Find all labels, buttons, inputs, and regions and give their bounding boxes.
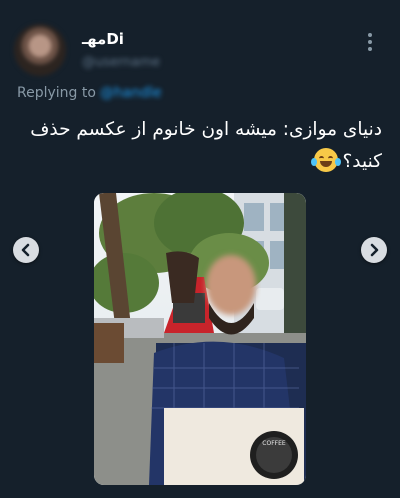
tweet-text-line1: دنیای موازی: میشه اون خانوم از عکسم حذف [30,119,382,140]
tweet-header: مهـDi @username [0,0,400,84]
author-handle[interactable]: @username [82,55,160,70]
tweet-text-line2: کنید؟ [342,151,382,172]
tweet-text-line2-wrap: کنید؟ [12,146,382,178]
previous-photo-button[interactable] [13,237,39,263]
more-vertical-icon[interactable] [358,30,382,54]
coffee-brand: COFFEE [262,440,286,447]
tweet-text: دنیای موازی: میشه اون خانوم از عکسم حذف … [12,114,382,178]
replying-handle[interactable]: @handle [100,85,162,101]
replying-label: Replying to [17,85,96,101]
author-name[interactable]: مهـDi [82,30,124,48]
replying-to: Replying to @handle [17,85,162,101]
laughing-emoji-icon [311,148,342,172]
tweet-photo[interactable]: COFFEE [94,193,306,485]
chevron-right-icon [370,243,379,257]
chevron-left-icon [21,243,30,257]
photo-scene: COFFEE [94,193,306,485]
avatar[interactable] [14,24,66,76]
next-photo-button[interactable] [361,237,387,263]
